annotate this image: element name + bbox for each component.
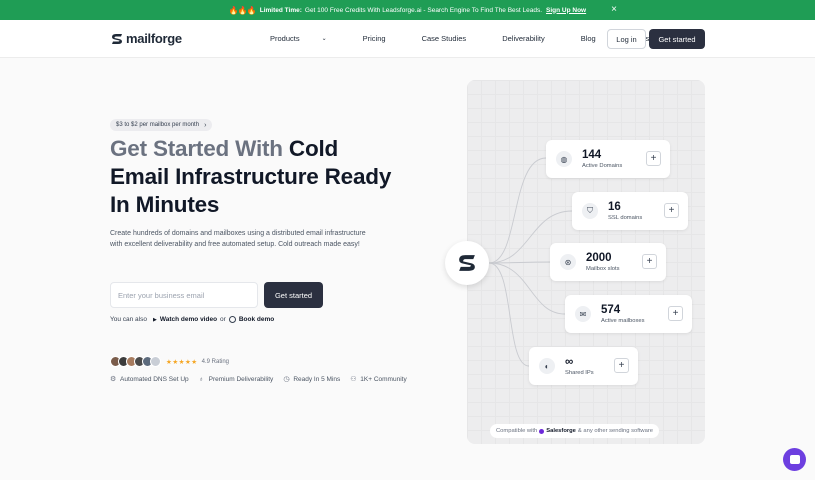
stat-value: 2000 bbox=[586, 252, 612, 264]
stat-card-active-mailboxes: ✉ 574 Active mailboxes + bbox=[565, 295, 692, 333]
compat-prefix: Compatible with bbox=[496, 428, 538, 434]
add-button[interactable]: + bbox=[614, 358, 629, 373]
shield-icon: ⛉ bbox=[582, 203, 598, 219]
salesforge-logo-icon bbox=[539, 428, 545, 434]
hub-logo-icon bbox=[445, 241, 489, 285]
salesforge-brand: Salesforge bbox=[539, 428, 576, 434]
stat-value: 16 bbox=[608, 201, 621, 213]
stat-label: SSL domains bbox=[608, 215, 643, 221]
chat-widget-button[interactable] bbox=[783, 448, 806, 471]
stat-label: Active Domains bbox=[582, 163, 623, 169]
mailforge-mark-icon bbox=[459, 255, 475, 271]
add-button[interactable]: + bbox=[646, 151, 661, 166]
stat-value: ∞ bbox=[565, 356, 574, 368]
compat-suffix: & any other sending software bbox=[577, 428, 653, 434]
stat-label: Mailbox slots bbox=[586, 266, 620, 272]
mailbox-icon: ⊛ bbox=[560, 254, 576, 270]
stat-value: 574 bbox=[601, 304, 621, 316]
mail-icon: ✉ bbox=[575, 306, 591, 322]
stat-card-shared-ips: ◐ ∞ Shared IPs + bbox=[529, 347, 638, 385]
stat-card-ssl: ⛉ 16 SSL domains + bbox=[572, 192, 688, 230]
add-button[interactable]: + bbox=[642, 254, 657, 269]
salesforge-label: Salesforge bbox=[546, 428, 576, 434]
add-button[interactable]: + bbox=[664, 203, 679, 218]
stat-label: Shared IPs bbox=[565, 370, 594, 376]
stat-label: Active mailboxes bbox=[601, 318, 645, 324]
stat-card-mailbox-slots: ⊛ 2000 Mailbox slots + bbox=[550, 243, 666, 281]
stat-value: 144 bbox=[582, 149, 602, 161]
chat-bubble-icon bbox=[789, 455, 800, 464]
connector-lines bbox=[488, 157, 573, 367]
stat-card-domains: ◍ 144 Active Domains + bbox=[546, 140, 670, 178]
globe-icon: ◍ bbox=[556, 151, 572, 167]
network-icon: ◐ bbox=[539, 358, 555, 374]
add-button[interactable]: + bbox=[668, 306, 683, 321]
compatibility-badge: Compatible with Salesforge & any other s… bbox=[490, 424, 659, 438]
